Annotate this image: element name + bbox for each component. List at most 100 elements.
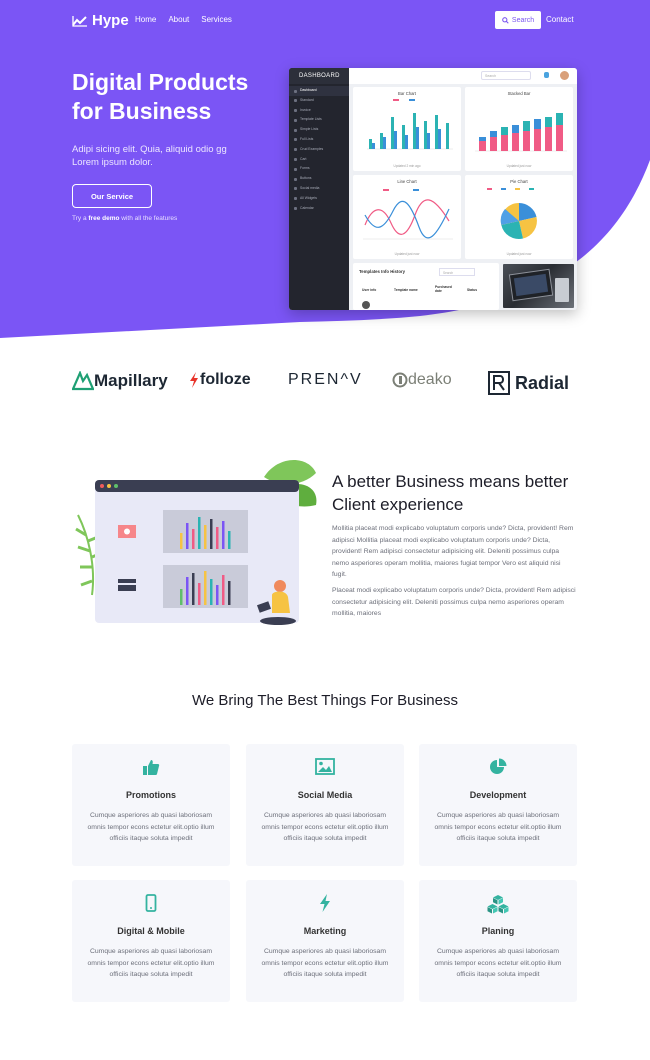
logo-deako: deako: [392, 371, 452, 389]
bar-chart-footnote: Updated 2 min ago: [393, 164, 421, 168]
hero-note-suffix: with all the features: [121, 215, 178, 222]
feature-paragraph-2: Placeat modi explicabo voluptatum corpor…: [332, 587, 576, 617]
top-nav: Hype Home About Services Search Contact: [0, 0, 650, 40]
bell-icon: [544, 72, 549, 78]
logo-mapillary: Mapillary: [72, 371, 168, 391]
dashboard-sidebar-item: Buttons: [289, 174, 349, 184]
search-button-label: Search: [511, 16, 535, 24]
dashboard-sidebar-item: Dashboard: [289, 86, 349, 96]
dashboard-sidebar-item: Forms: [289, 164, 349, 174]
service-description: Cumque asperiores ab quasi laboriosam om…: [261, 948, 389, 978]
free-demo-link[interactable]: free demo: [88, 215, 119, 222]
logo-folloze-text: folloze: [200, 371, 251, 388]
cubes-icon: [487, 895, 509, 914]
service-card-promotions[interactable]: Promotions Cumque asperiores ab quasi la…: [72, 744, 230, 866]
deako-icon: [392, 372, 408, 388]
hero-section: Hype Home About Services Search Contact …: [0, 0, 650, 340]
pie-chart-footnote: Updated just now: [506, 252, 532, 256]
mobile-icon: [145, 894, 157, 912]
stacked-bar-footnote: Updated just now: [506, 164, 532, 168]
service-title: Promotions: [125, 790, 176, 800]
service-description: Cumque asperiores ab quasi laboriosam om…: [261, 812, 389, 842]
dashboard-sidebar-item: Full Lists: [289, 135, 349, 145]
thumbs-up-icon: [143, 760, 160, 775]
feature-paragraph-1: Mollitia placeat modi explicabo voluptat…: [332, 525, 574, 578]
dashboard-sidebar-item: Simple Lists: [289, 125, 349, 135]
logo-folloze: folloze: [188, 371, 251, 389]
service-title: Planing: [481, 926, 515, 936]
laptop-photo-graphic: [508, 268, 569, 302]
service-description: Cumque asperiores ab quasi laboriosam om…: [434, 812, 562, 842]
dashboard-sidebar-items: Dashboard Standard Invoice Template Lists Si…: [289, 86, 349, 213]
nav-link-contact[interactable]: Contact: [546, 15, 574, 24]
dashboard-topbar: Search: [349, 68, 577, 84]
logo-text: Hype: [92, 12, 129, 29]
bar-chart-card: Bar Chart Updated 2 min ago: [353, 87, 461, 171]
image-icon: [315, 758, 335, 775]
dashboard-sidebar-item: All Widgets: [289, 194, 349, 204]
logo[interactable]: Hype: [72, 12, 129, 29]
nav-links: Home About Services: [135, 15, 232, 24]
service-card-planing[interactable]: Planing Cumque asperiores ab quasi labor…: [419, 880, 577, 1002]
dashboard-sidebar-title: DASHBOARD: [289, 68, 349, 84]
dashboard-mockup: DASHBOARD Dashboard Standard Invoice Templa…: [289, 68, 577, 310]
dashboard-sidebar-item: Template Lists: [289, 115, 349, 125]
bolt-icon: [320, 894, 330, 912]
service-card-marketing[interactable]: Marketing Cumque asperiores ab quasi lab…: [246, 880, 404, 1002]
service-title: Development: [469, 790, 527, 800]
dashboard-sidebar-item: Invoice: [289, 106, 349, 116]
our-service-button[interactable]: Our Service: [72, 184, 152, 208]
templates-table-search: Search: [439, 268, 475, 276]
service-description: Cumque asperiores ab quasi laboriosam om…: [87, 948, 215, 978]
table-header-user: User info: [362, 288, 377, 292]
feature-title: A better Business means better Client ex…: [332, 472, 569, 514]
dashboard-sidebar-item: Crud Examples: [289, 145, 349, 155]
client-logos: Mapillary folloze PREN^V deako Radial: [0, 365, 650, 401]
nav-link-services[interactable]: Services: [201, 15, 232, 24]
feature-illustration: [75, 459, 317, 625]
search-button[interactable]: Search: [495, 11, 541, 29]
nav-link-home[interactable]: Home: [135, 15, 156, 24]
stacked-bar-graphic: [475, 113, 567, 152]
dashboard-sidebar-item: Standard: [289, 96, 349, 106]
line-chart-card: Line Chart Updated just now: [353, 175, 461, 259]
service-description: Cumque asperiores ab quasi laboriosam om…: [87, 812, 215, 842]
logo-prenav: PREN^V: [288, 371, 363, 389]
folloze-icon: [190, 372, 198, 388]
stacked-bar-card: Stacked Bar Updated just now: [465, 87, 573, 171]
pie-chart-icon: [490, 758, 507, 774]
logo-prenav-text: PREN^V: [288, 371, 363, 388]
line-chart-footnote: Updated just now: [394, 252, 420, 256]
logo-deako-text: deako: [408, 371, 452, 388]
chart-line-icon: [72, 15, 87, 27]
hero-note-prefix: Try a: [72, 215, 87, 222]
hero-subtitle: Adipi sicing elit. Quia, aliquid odio gg…: [72, 144, 227, 168]
logo-radial-text: Radial: [515, 372, 570, 393]
logo-mapillary-text: Mapillary: [94, 371, 168, 390]
hero-title: Digital Products for Business: [72, 69, 249, 124]
service-title: Digital & Mobile: [117, 926, 185, 936]
dashboard-search: Search: [481, 71, 531, 80]
service-card-social-media[interactable]: Social Media Cumque asperiores ab quasi …: [246, 744, 404, 866]
radial-icon: [488, 371, 510, 395]
hero-note: Try a free demo with all the features: [72, 215, 177, 222]
templates-table-title: Templates Info History: [359, 269, 406, 274]
nav-link-about[interactable]: About: [168, 15, 189, 24]
mapillary-icon: [72, 371, 94, 391]
search-icon: [502, 16, 509, 24]
service-card-development[interactable]: Development Cumque asperiores ab quasi l…: [419, 744, 577, 866]
laptop-photo: [503, 264, 574, 308]
table-row-avatar: [362, 301, 370, 309]
dashboard-sidebar-item: Social media: [289, 184, 349, 194]
services-title: We Bring The Best Things For Business: [192, 692, 458, 709]
table-header-status: Status: [467, 288, 478, 292]
logo-radial: Radial: [488, 371, 569, 395]
bar-chart-graphic: [367, 99, 453, 150]
pie-chart-graphic: [487, 188, 537, 239]
table-header-date: Purchased date: [435, 285, 452, 293]
dashboard-sidebar-item: Calendar: [289, 204, 349, 214]
service-card-digital-mobile[interactable]: Digital & Mobile Cumque asperiores ab qu…: [72, 880, 230, 1002]
service-title: Marketing: [303, 926, 347, 936]
service-description: Cumque asperiores ab quasi laboriosam om…: [434, 948, 562, 978]
line-chart-graphic: [363, 189, 453, 240]
